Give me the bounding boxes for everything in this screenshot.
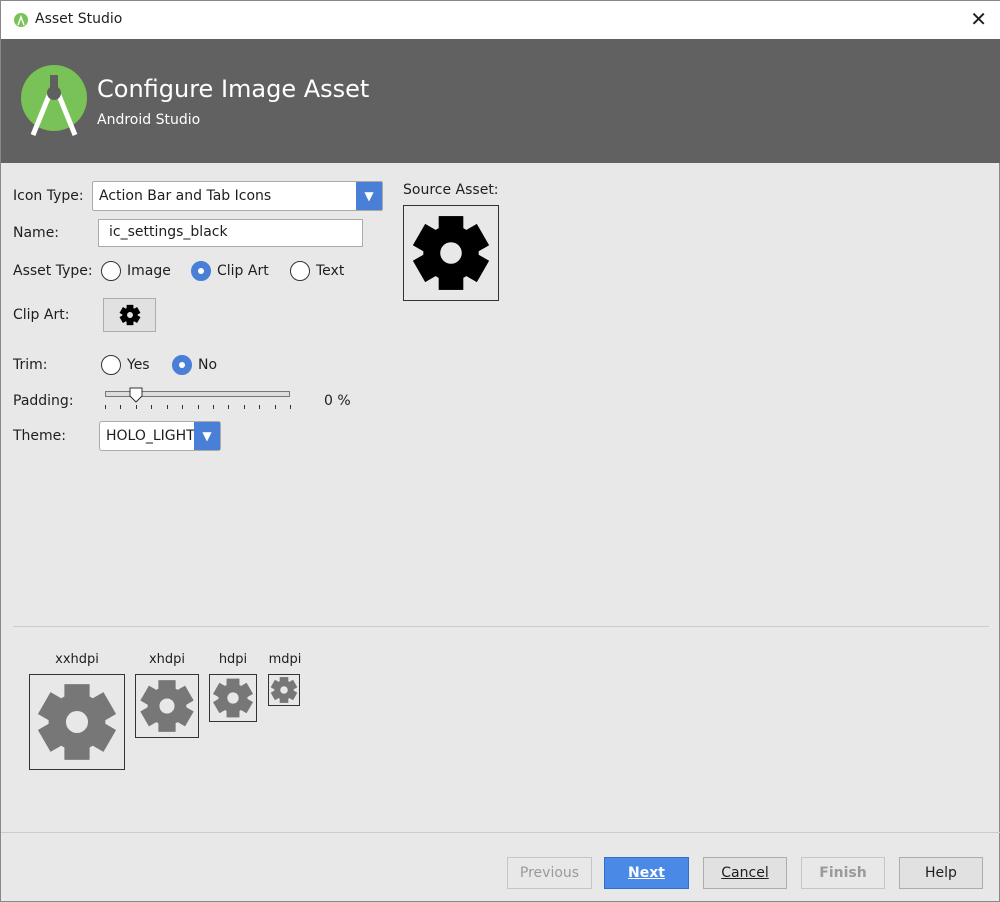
clip-art-label: Clip Art: [13, 307, 70, 323]
theme-value: HOLO_LIGHT [106, 428, 195, 444]
slider-tick [182, 405, 184, 409]
density-label: xxhdpi [55, 652, 99, 667]
source-asset-label: Source Asset: [403, 182, 499, 198]
slider-tick [243, 405, 245, 409]
theme-label: Theme: [13, 428, 67, 444]
icon-type-value: Action Bar and Tab Icons [99, 188, 272, 204]
radio-label: Text [316, 263, 345, 279]
slider-tick [212, 405, 214, 409]
chevron-down-icon: ▼ [194, 422, 220, 450]
density-label: mdpi [268, 652, 302, 667]
gear-icon [412, 216, 490, 290]
xxhdpi-preview [29, 674, 125, 770]
slider-tick [135, 405, 137, 409]
xhdpi-preview [135, 674, 199, 738]
icon-type-select[interactable]: Action Bar and Tab Icons ▼ [92, 181, 383, 211]
asset-type-clipart-radio[interactable]: Clip Art [191, 261, 269, 281]
padding-label: Padding: [13, 393, 74, 409]
mdpi-preview [268, 674, 300, 706]
asset-type-label: Asset Type: [13, 263, 93, 279]
slider-tick [105, 405, 106, 409]
previous-button[interactable]: Previous [507, 857, 592, 889]
clip-art-button[interactable] [103, 298, 156, 332]
banner-subtitle: Android Studio [97, 112, 201, 128]
radio-label: No [198, 357, 218, 373]
slider-tick [259, 405, 261, 409]
divider [13, 626, 989, 627]
radio-circle [101, 355, 121, 375]
chevron-down-icon: ▼ [356, 182, 382, 210]
gear-icon [119, 304, 140, 326]
slider-tick [197, 405, 199, 409]
radio-label: Yes [127, 357, 150, 373]
radio-circle-selected [172, 355, 192, 375]
padding-value: 0 % [324, 393, 351, 409]
gear-icon [140, 680, 194, 732]
radio-circle [290, 261, 310, 281]
android-studio-logo [21, 65, 87, 136]
banner-title: Configure Image Asset [97, 75, 370, 103]
divider [1, 832, 1000, 833]
cancel-button[interactable]: Cancel [703, 857, 787, 889]
asset-type-image-radio[interactable]: Image [101, 261, 171, 281]
gear-icon [37, 684, 117, 760]
gear-icon [270, 677, 298, 703]
density-label: xhdpi [148, 652, 186, 667]
radio-circle [101, 261, 121, 281]
source-asset-preview [403, 205, 499, 301]
close-icon[interactable]: ✕ [970, 7, 987, 31]
hdpi-preview [209, 674, 257, 722]
slider-tick [290, 405, 291, 409]
slider-tick [151, 405, 153, 409]
radio-circle-selected [191, 261, 211, 281]
name-input[interactable]: ic_settings_black [98, 219, 363, 247]
help-button[interactable]: Help [899, 857, 983, 889]
gear-icon [212, 678, 254, 718]
trim-no-radio[interactable]: No [172, 355, 217, 375]
trim-yes-radio[interactable]: Yes [101, 355, 150, 375]
radio-label: Image [127, 263, 171, 279]
icon-type-label: Icon Type: [13, 188, 84, 204]
radio-label: Clip Art [217, 263, 269, 279]
next-button[interactable]: Next [604, 857, 689, 889]
slider-tick [274, 405, 276, 409]
title-bar: Asset Studio ✕ [1, 1, 1000, 39]
android-studio-icon [14, 13, 28, 27]
padding-slider-thumb[interactable] [129, 387, 143, 403]
finish-button[interactable]: Finish [801, 857, 885, 889]
name-label: Name: [13, 225, 60, 241]
slider-ticks [105, 405, 291, 411]
slider-tick [228, 405, 230, 409]
theme-select[interactable]: HOLO_LIGHT ▼ [99, 421, 221, 451]
asset-type-text-radio[interactable]: Text [290, 261, 344, 281]
slider-tick [166, 405, 168, 409]
cancel-label: Cancel [721, 865, 769, 881]
density-label: hdpi [218, 652, 248, 667]
header-banner: Configure Image Asset Android Studio [1, 39, 1000, 163]
trim-label: Trim: [13, 357, 48, 373]
slider-tick [120, 405, 122, 409]
window-title: Asset Studio [35, 11, 123, 27]
